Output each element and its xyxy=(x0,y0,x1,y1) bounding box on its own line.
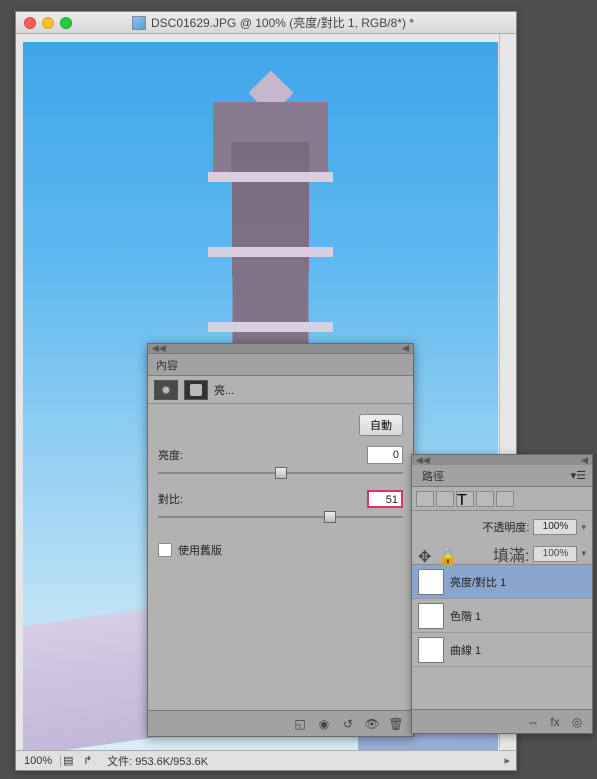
window-controls xyxy=(24,17,72,29)
brightness-slider[interactable] xyxy=(158,466,403,480)
zoom-level[interactable]: 100% xyxy=(16,755,61,767)
layer-list: 亮度/對比 1 色階 1 曲線 1 xyxy=(412,565,592,667)
delete-icon[interactable]: 🗑 xyxy=(385,715,407,733)
opacity-label: 不透明度: xyxy=(482,519,529,535)
collapse-right-icon[interactable]: ◀ xyxy=(402,343,409,354)
layers-panel: ◀◀ ◀ 路徑 ▾☰ T 不透明度: 100% ▾ ✥ 🔒 填滿: 100% ▾… xyxy=(411,454,593,734)
collapse-left-icon[interactable]: ◀◀ xyxy=(152,343,166,354)
legacy-label: 使用舊版 xyxy=(178,542,222,558)
layer-thumbnail xyxy=(418,637,444,663)
contrast-label: 對比: xyxy=(158,491,183,507)
panel-tab-label: 內容 xyxy=(156,357,178,373)
document-icon xyxy=(132,16,146,30)
layer-name: 色階 1 xyxy=(450,608,481,624)
panel-menu-icon[interactable]: ▾☰ xyxy=(571,469,586,482)
titlebar: DSC01629.JPG @ 100% (亮度/對比 1, RGB/8*) * xyxy=(16,12,516,34)
layers-grip[interactable]: ◀◀ ◀ xyxy=(412,455,592,465)
layer-name: 亮度/對比 1 xyxy=(450,574,506,590)
lock-icon[interactable]: 🔒 xyxy=(438,547,454,561)
layers-footer: ⇔ fx ◎ xyxy=(412,709,592,733)
clip-to-layer-icon[interactable]: ◱ xyxy=(289,715,311,733)
panel-footer: ◱ ◉ ↺ 👁 🗑 xyxy=(148,710,413,736)
legacy-checkbox[interactable] xyxy=(158,543,172,557)
opacity-dropdown-icon[interactable]: ▾ xyxy=(581,522,586,533)
adjustment-name: 亮... xyxy=(214,382,234,398)
info-icon[interactable]: ▤ xyxy=(63,754,79,768)
zoom-button[interactable] xyxy=(60,17,72,29)
filter-smart-icon[interactable] xyxy=(496,491,514,507)
file-size-info: 文件: 953.6K/953.6K xyxy=(107,753,208,769)
adjustments-panel: ◀◀ ◀ 內容 亮... 自動 亮度: 0 對比: 51 使 xyxy=(147,343,414,737)
fill-input[interactable]: 100% xyxy=(533,546,577,562)
layer-item[interactable]: 曲線 1 xyxy=(412,633,592,667)
layer-name: 曲線 1 xyxy=(450,642,481,658)
link-layers-icon[interactable]: ⇔ xyxy=(524,713,542,731)
panel-body: 自動 亮度: 0 對比: 51 使用舊版 xyxy=(148,404,413,568)
fill-dropdown-icon[interactable]: ▾ xyxy=(581,548,586,559)
move-icon[interactable]: ✥ xyxy=(418,547,434,561)
lock-row: ✥ 🔒 填滿: 100% ▾ xyxy=(412,543,592,565)
contrast-slider-thumb[interactable] xyxy=(324,511,336,523)
layer-mask-icon[interactable]: ◎ xyxy=(568,713,586,731)
panel-grip[interactable]: ◀◀ ◀ xyxy=(148,344,413,354)
toggle-visibility-icon[interactable]: ◉ xyxy=(313,715,335,733)
collapse-left-icon[interactable]: ◀◀ xyxy=(416,455,430,465)
brightness-slider-thumb[interactable] xyxy=(275,467,287,479)
brightness-value-input[interactable]: 0 xyxy=(367,446,403,464)
contrast-slider[interactable] xyxy=(158,510,403,524)
layer-thumbnail xyxy=(418,603,444,629)
filter-shape-icon[interactable] xyxy=(476,491,494,507)
layer-item[interactable]: 色階 1 xyxy=(412,599,592,633)
contrast-value-input[interactable]: 51 xyxy=(367,490,403,508)
adjustment-type-row: 亮... xyxy=(148,376,413,404)
layers-filter-toolbar: T xyxy=(412,487,592,511)
window-title: DSC01629.JPG @ 100% (亮度/對比 1, RGB/8*) * xyxy=(151,14,414,31)
collapse-right-icon[interactable]: ◀ xyxy=(581,455,588,465)
panel-tab[interactable]: 內容 xyxy=(148,354,413,376)
layer-item[interactable]: 亮度/對比 1 xyxy=(412,565,592,599)
tab-paths[interactable]: 路徑 xyxy=(418,466,448,486)
layer-fx-icon[interactable]: fx xyxy=(546,713,564,731)
layers-tabs: 路徑 ▾☰ xyxy=(412,465,592,487)
reset-icon[interactable]: ↺ xyxy=(337,715,359,733)
brightness-contrast-icon[interactable] xyxy=(154,380,178,400)
preset-icon[interactable] xyxy=(184,380,208,400)
auto-button[interactable]: 自動 xyxy=(359,414,403,436)
brightness-label: 亮度: xyxy=(158,447,183,463)
status-menu-arrow[interactable]: ▸ xyxy=(498,754,516,767)
filter-type-icon[interactable]: T xyxy=(456,491,474,507)
layer-thumbnail xyxy=(418,569,444,595)
fill-label: 填滿: xyxy=(493,542,529,566)
export-icon[interactable]: ↱ xyxy=(83,754,99,768)
status-bar: 100% ▤ ↱ 文件: 953.6K/953.6K ▸ xyxy=(16,750,516,770)
minimize-button[interactable] xyxy=(42,17,54,29)
filter-adjust-icon[interactable] xyxy=(436,491,454,507)
close-button[interactable] xyxy=(24,17,36,29)
view-previous-icon[interactable]: 👁 xyxy=(361,715,383,733)
opacity-input[interactable]: 100% xyxy=(533,519,577,535)
filter-image-icon[interactable] xyxy=(416,491,434,507)
